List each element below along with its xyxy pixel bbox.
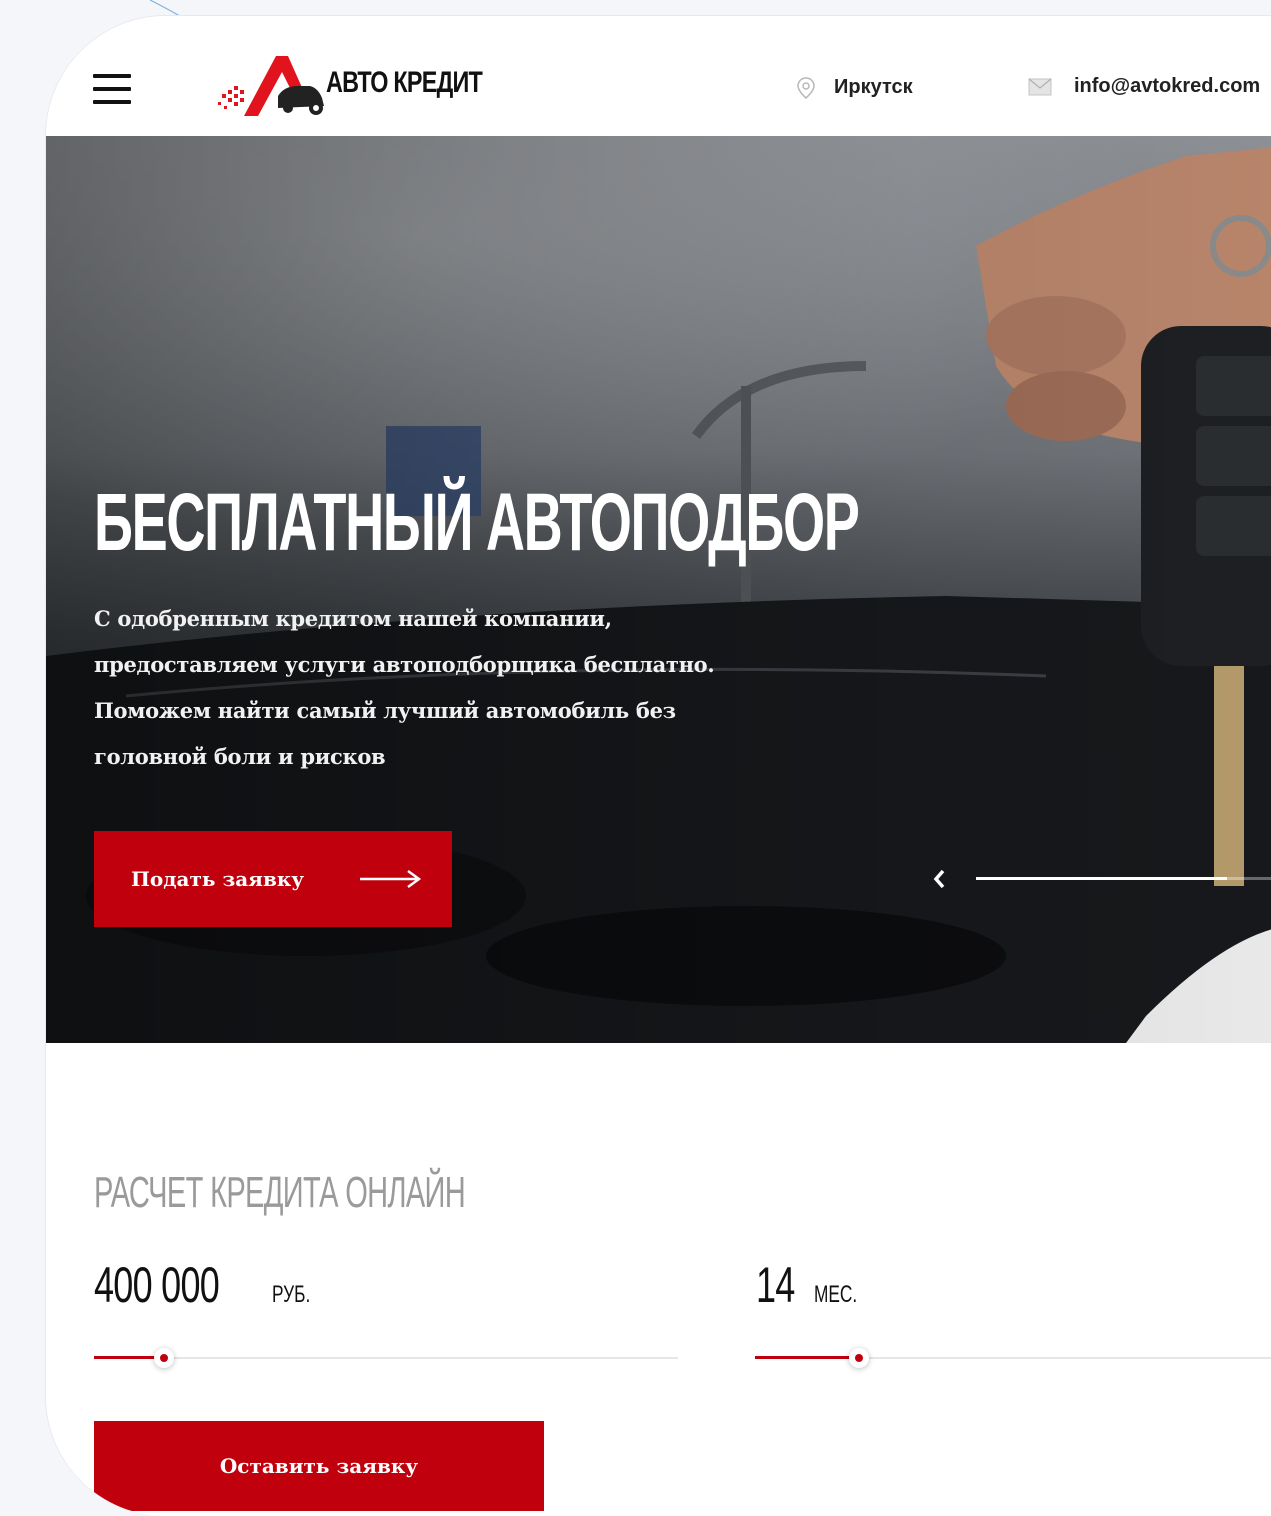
calculator-title: РАСЧЕТ КРЕДИТА ОНЛАЙН [94, 1168, 466, 1217]
term-value: 14 [756, 1257, 795, 1313]
slider-rail [94, 1357, 678, 1359]
apply-button-label: Подать заявку [131, 867, 305, 891]
slider-thumb[interactable] [848, 1348, 869, 1368]
amount-slider[interactable] [94, 1348, 678, 1368]
hero-title: БЕСПЛАТНЫЙ АВТОПОДБОР [94, 477, 860, 568]
email-link[interactable]: info@avtokred.com [1028, 75, 1260, 98]
arrow-right-icon [360, 869, 422, 889]
apply-button[interactable]: Подать заявку [94, 831, 452, 927]
logo[interactable]: АВТО КРЕДИТ [218, 52, 488, 122]
submit-application-button[interactable]: Оставить заявку [94, 1421, 544, 1511]
slider-progress-track [976, 877, 1271, 880]
slider-fill [755, 1356, 859, 1359]
chevron-left-icon [933, 869, 945, 889]
credit-calculator: РАСЧЕТ КРЕДИТА ОНЛАЙН 400 000 РУБ. 14 МЕ… [46, 1043, 1271, 1516]
amount-unit: РУБ. [272, 1281, 311, 1308]
menu-button[interactable] [93, 74, 131, 104]
location-pin-icon [797, 76, 815, 99]
page-frame: АВТО КРЕДИТ Иркутск info@avtokred.com БЕ… [46, 16, 1271, 1516]
amount-value: 400 000 [94, 1257, 220, 1313]
city-selector[interactable]: Иркутск [796, 76, 913, 99]
hero-text-line: С одобренным кредитом нашей компании, [94, 606, 612, 631]
hero-description: С одобренным кредитом нашей компании, пр… [94, 596, 794, 780]
amount-display: 400 000 РУБ. [94, 1256, 325, 1314]
slider-thumb[interactable] [154, 1348, 175, 1368]
hamburger-icon-bar [93, 87, 131, 91]
slider-prev-button[interactable] [928, 864, 952, 894]
city-label: Иркутск [834, 76, 913, 98]
term-display: 14 МЕС. [756, 1256, 874, 1314]
hero-slider: БЕСПЛАТНЫЙ АВТОПОДБОР С одобренным креди… [46, 136, 1271, 1043]
hero-text-line: Поможем найти самый лучший автомобиль бе… [94, 698, 676, 723]
brand-name: АВТО КРЕДИТ [326, 66, 483, 99]
hero-text-line: головной боли и рисков [94, 744, 386, 769]
term-unit: МЕС. [814, 1281, 858, 1308]
site-header: АВТО КРЕДИТ Иркутск info@avtokred.com [46, 16, 1271, 136]
term-slider[interactable] [755, 1348, 1271, 1368]
email-address: info@avtokred.com [1074, 75, 1261, 97]
hamburger-icon [93, 74, 131, 78]
hero-text-line: предоставляем услуги автоподборщика бесп… [94, 652, 715, 677]
slider-progress-bar [976, 877, 1228, 880]
hamburger-icon-bar [93, 100, 131, 104]
envelope-icon [1028, 78, 1052, 95]
logo-mark-icon [218, 56, 324, 116]
